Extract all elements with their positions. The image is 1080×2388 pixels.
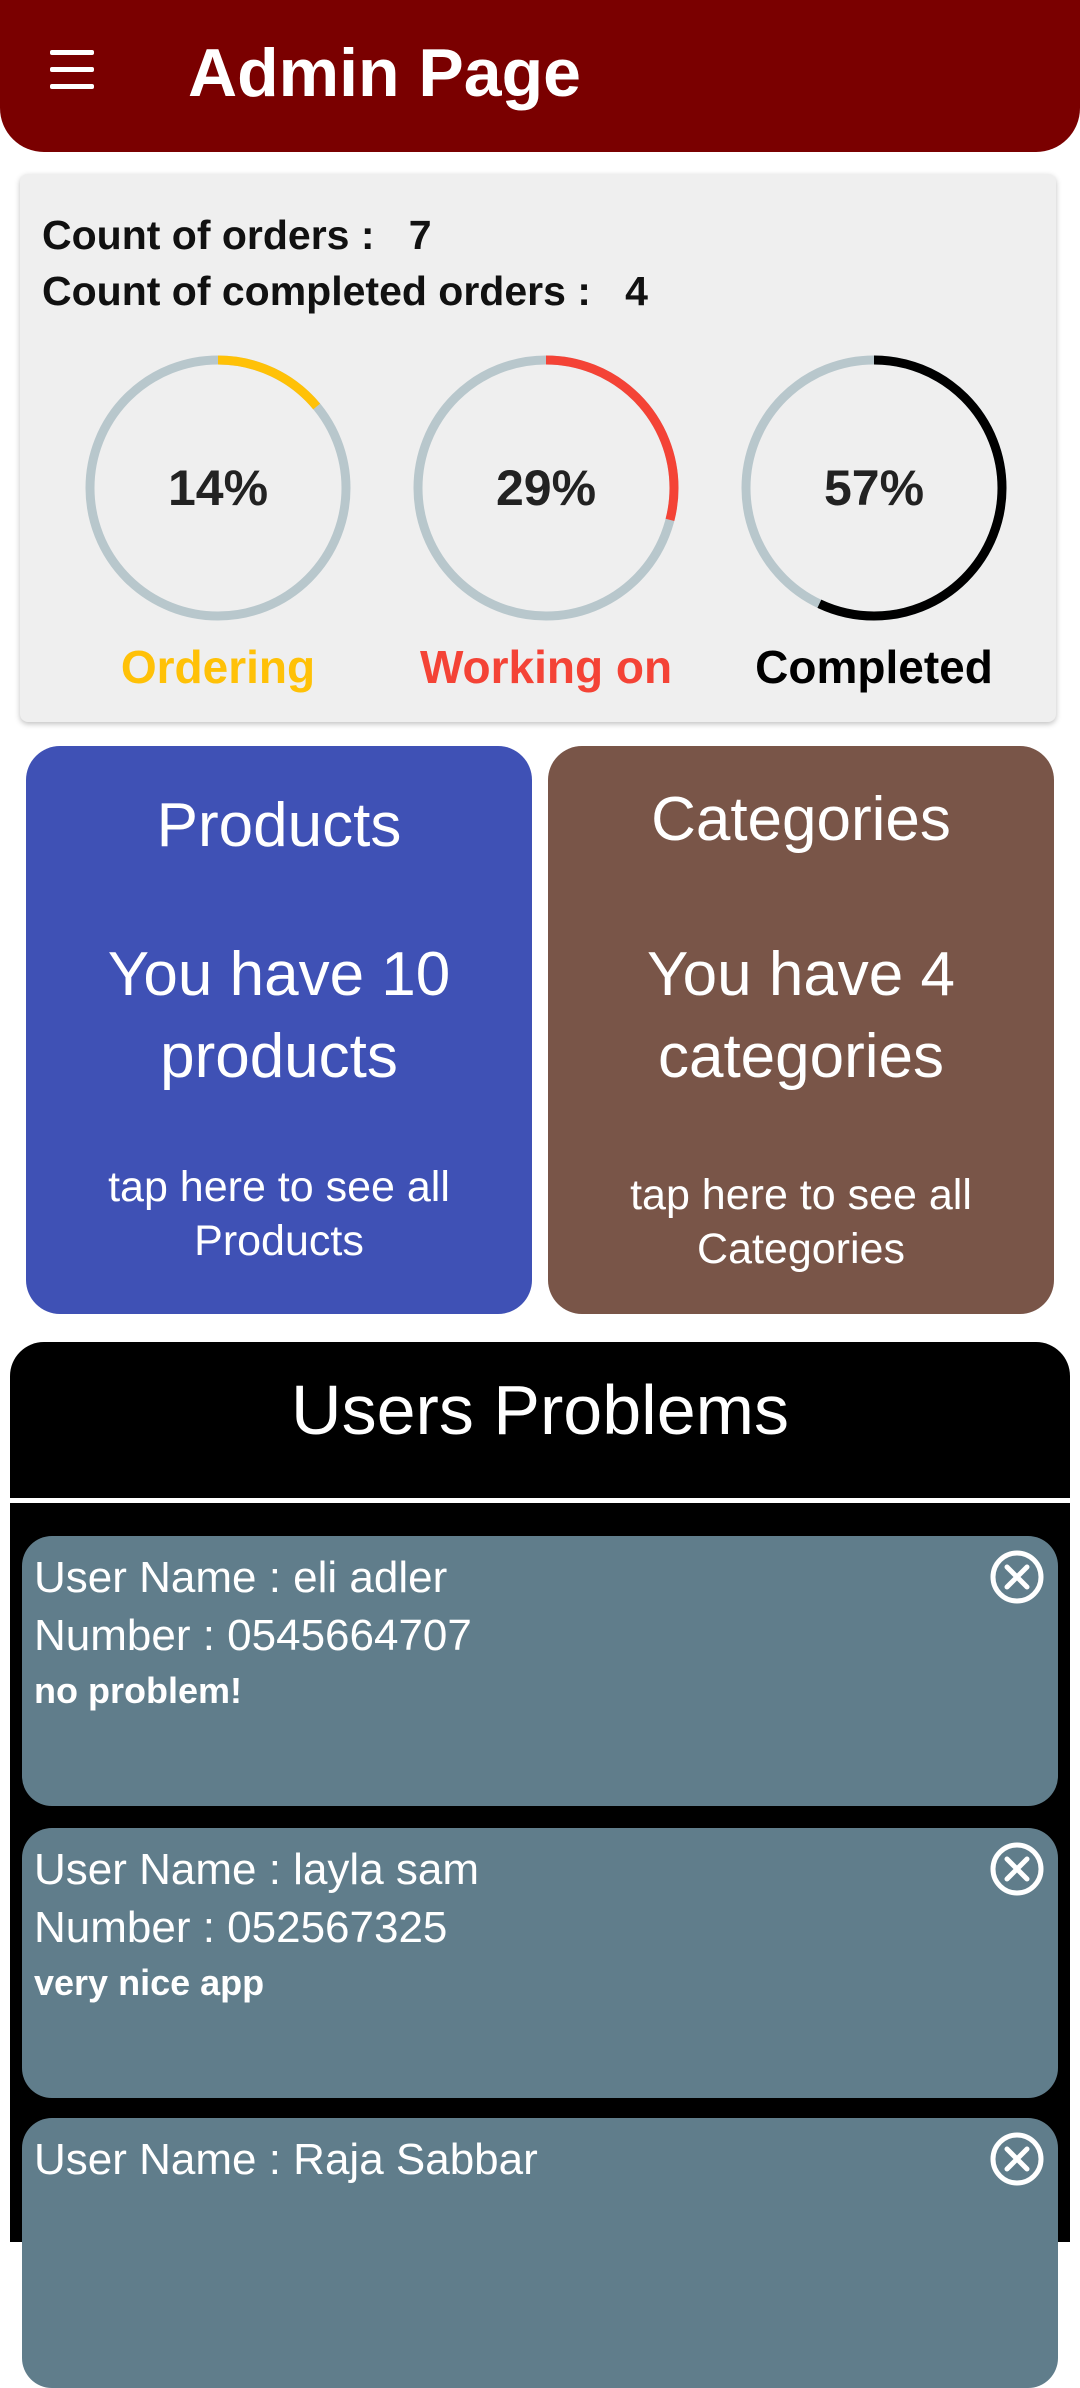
completed-count-line: Count of completed orders : 4 bbox=[42, 268, 648, 315]
ordering-label: Ordering bbox=[120, 641, 316, 693]
problem-card[interactable]: User Name : eli adler Number : 054566470… bbox=[22, 1536, 1058, 1806]
problem-card[interactable]: User Name : layla sam Number : 052567325… bbox=[22, 1828, 1058, 2098]
orders-count-value: 7 bbox=[408, 212, 432, 258]
working-on-label: Working on bbox=[419, 641, 673, 693]
completed-count-value: 4 bbox=[625, 268, 648, 314]
close-circle-icon[interactable] bbox=[988, 1840, 1046, 1898]
problem-message: very nice app bbox=[34, 1962, 265, 2003]
app-bar: Admin Page bbox=[0, 0, 1080, 152]
products-tile[interactable]: Products You have 10 products tap here t… bbox=[26, 746, 532, 1314]
users-problems-panel: Users Problems User Name : eli adler Num… bbox=[10, 1342, 1070, 2388]
users-problems-title: Users Problems bbox=[291, 1371, 789, 1449]
divider bbox=[10, 1498, 1070, 1503]
hamburger-menu-icon[interactable] bbox=[44, 48, 100, 92]
orders-count-line: Count of orders : 7 bbox=[42, 212, 432, 259]
categories-title: Categories bbox=[651, 785, 951, 854]
close-circle-icon[interactable] bbox=[988, 2130, 1046, 2188]
problem-user-number: Number : 0545664707 bbox=[34, 1611, 472, 1660]
completed-label: Completed bbox=[755, 641, 993, 693]
products-count: You have 10 products bbox=[107, 940, 451, 1091]
orders-count-label: Count of orders : bbox=[42, 212, 375, 258]
categories-count: You have 4 categories bbox=[646, 940, 955, 1091]
products-title: Products bbox=[156, 791, 402, 860]
ordering-progress-ring: 14% bbox=[78, 348, 358, 628]
order-stats-card: Count of orders : 7 Count of completed o… bbox=[20, 174, 1056, 722]
completed-progress-ring: 57% bbox=[734, 348, 1014, 628]
working-on-progress-ring: 29% bbox=[406, 348, 686, 628]
problem-user-number: Number : 052567325 bbox=[34, 1903, 448, 1952]
problem-message: no problem! bbox=[34, 1670, 242, 1711]
completed-count-label: Count of completed orders : bbox=[42, 268, 591, 314]
problem-user-name: User Name : layla sam bbox=[34, 1845, 480, 1894]
products-hint: tap here to see all Products bbox=[108, 1163, 450, 1265]
completed-percent: 57% bbox=[823, 460, 925, 516]
problem-user-name: User Name : Raja Sabbar bbox=[34, 2135, 538, 2184]
problem-user-name: User Name : eli adler bbox=[34, 1553, 448, 1602]
close-circle-icon[interactable] bbox=[988, 1548, 1046, 1606]
page-title: Admin Page bbox=[188, 35, 581, 111]
categories-hint: tap here to see all Categories bbox=[630, 1171, 972, 1273]
working-on-percent: 29% bbox=[495, 460, 597, 516]
categories-tile[interactable]: Categories You have 4 categories tap her… bbox=[548, 746, 1054, 1314]
ordering-percent: 14% bbox=[167, 460, 269, 516]
